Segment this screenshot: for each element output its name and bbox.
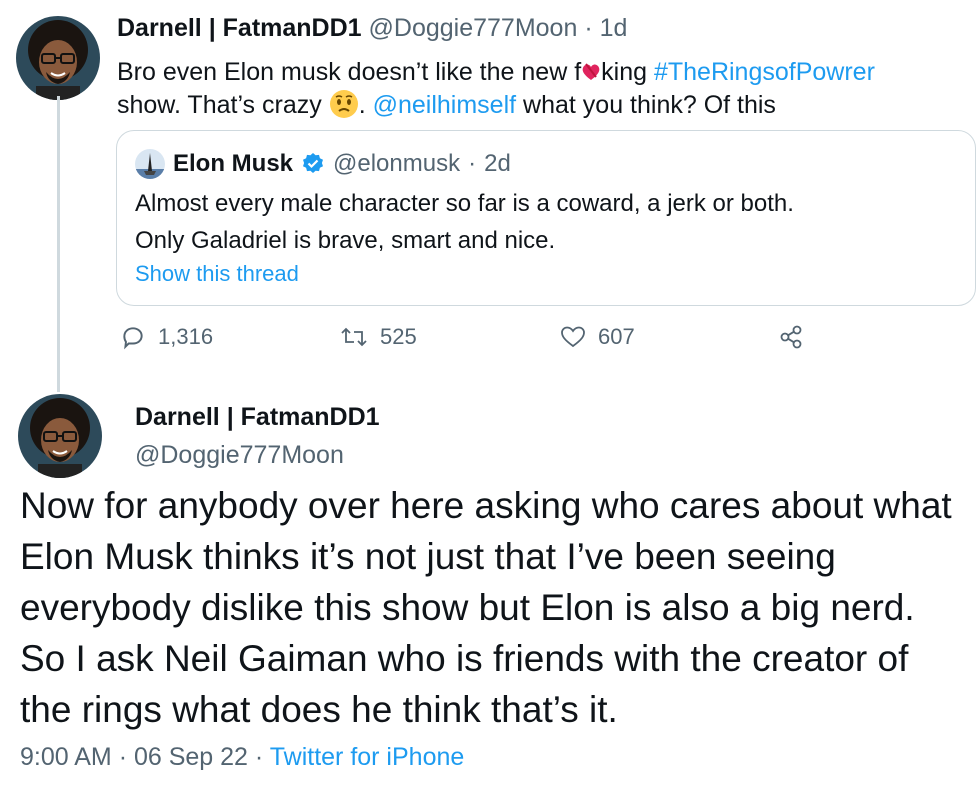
- thread-connector-line: [57, 96, 60, 392]
- heart-censor-emoji: [581, 59, 601, 81]
- reply-button[interactable]: 1,316: [120, 324, 213, 350]
- tweet-source[interactable]: Twitter for iPhone: [270, 743, 465, 771]
- like-icon: [561, 326, 585, 348]
- reply-icon: [123, 327, 143, 350]
- share-button[interactable]: [778, 324, 804, 350]
- like-button[interactable]: 607: [560, 324, 635, 350]
- tweet-text-part: Bro even Elon musk doesn’t like the new …: [117, 58, 582, 86]
- verified-badge-icon: [301, 152, 325, 176]
- mention-link[interactable]: @neilhimself: [373, 91, 516, 119]
- author-name[interactable]: Darnell | FatmanDD1: [135, 403, 380, 432]
- retweet-count: 525: [380, 324, 417, 349]
- author-handle[interactable]: @Doggie777Moon: [369, 14, 578, 42]
- tweet-text-part: show. That’s crazy: [117, 91, 322, 119]
- tweet-text-part: .: [358, 91, 366, 119]
- separator-dot: ·: [118, 743, 128, 771]
- avatar[interactable]: [16, 16, 100, 100]
- quote-text: Almost every male character so far is a …: [135, 185, 955, 259]
- author-name[interactable]: Darnell | FatmanDD1: [117, 14, 362, 42]
- quote-header: Elon Musk @elonmusk · 2d: [135, 149, 511, 179]
- tweet2-text: Now for anybody over here asking who car…: [20, 485, 952, 730]
- tweet-text-part: king: [601, 58, 648, 86]
- quote-handle[interactable]: @elonmusk: [333, 150, 460, 178]
- tweet1-text: Bro even Elon musk doesn’t like the new …: [117, 56, 972, 122]
- show-thread-link[interactable]: Show this thread: [135, 261, 299, 287]
- share-icon: [780, 325, 802, 349]
- quote-avatar: [135, 149, 165, 179]
- avatar[interactable]: [18, 394, 102, 478]
- author-handle[interactable]: @Doggie777Moon: [135, 441, 344, 470]
- quote-text-line2: Only Galadriel is brave, smart and nice.: [135, 227, 556, 254]
- tweet-time[interactable]: 9:00 AM: [20, 743, 112, 771]
- quote-age[interactable]: 2d: [484, 150, 511, 178]
- quote-author-name[interactable]: Elon Musk: [173, 150, 293, 178]
- tweet-text-part: what you think? Of this: [523, 91, 776, 119]
- retweet-button[interactable]: 525: [340, 324, 417, 350]
- reply-count: 1,316: [158, 324, 214, 349]
- quoted-tweet-card[interactable]: Elon Musk @elonmusk · 2d Almost every ma…: [116, 130, 976, 306]
- like-count: 607: [598, 324, 635, 349]
- hashtag-link[interactable]: #TheRingsofPowrer: [654, 58, 875, 86]
- separator-dot: ·: [254, 743, 264, 771]
- worried-face-emoji: [329, 89, 359, 119]
- tweet-date[interactable]: 06 Sep 22: [134, 743, 248, 771]
- tweet1-header: Darnell | FatmanDD1 @Doggie777Moon · 1d: [117, 14, 627, 43]
- tweet-age[interactable]: 1d: [600, 14, 628, 42]
- retweet-icon: [341, 327, 367, 347]
- separator-dot: ·: [468, 150, 477, 177]
- tweet-metadata: 9:00 AM · 06 Sep 22 · Twitter for iPhone: [20, 743, 464, 772]
- separator-dot: ·: [584, 14, 593, 42]
- quote-text-line1: Almost every male character so far is a …: [135, 190, 794, 217]
